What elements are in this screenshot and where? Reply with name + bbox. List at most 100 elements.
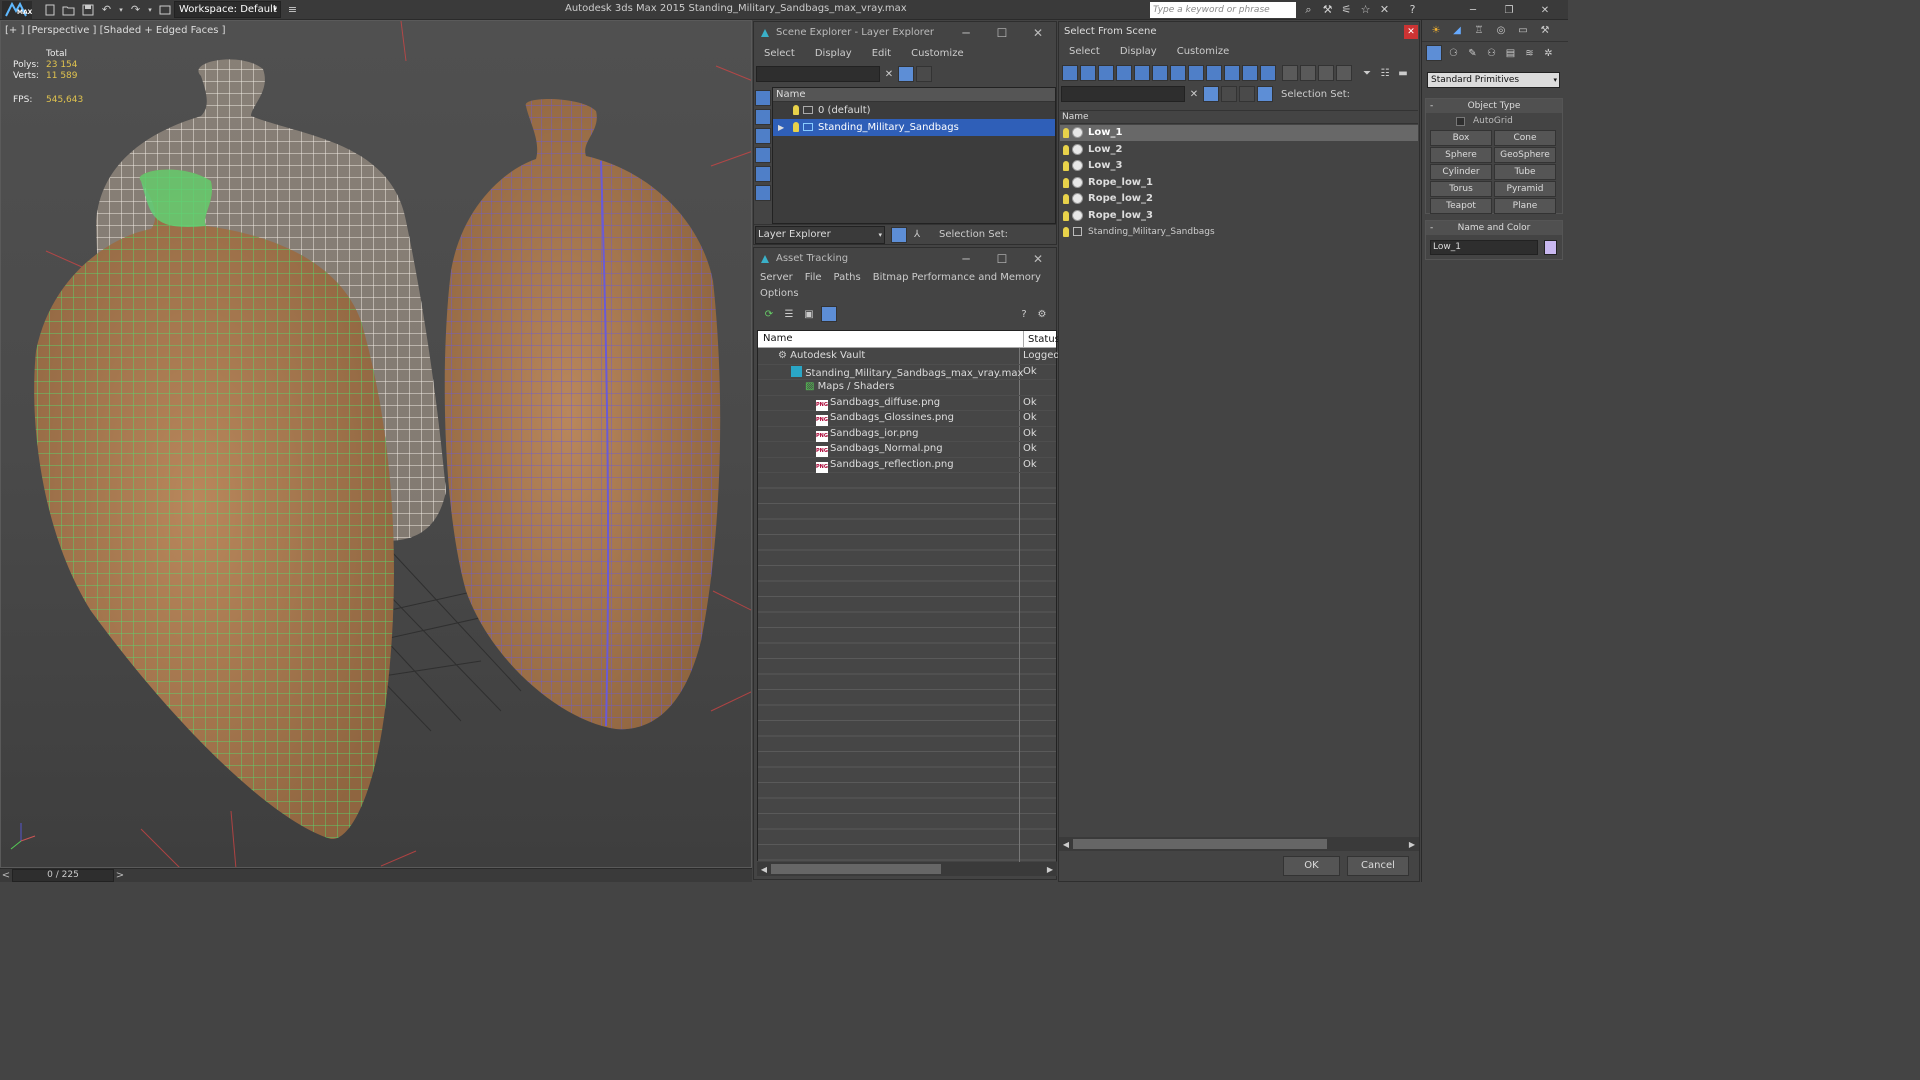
asset-row-png[interactable]: PNG Sandbags_Normal.png Ok	[758, 442, 1056, 458]
workspace-dropdown[interactable]: Workspace: Default ▾	[174, 1, 281, 18]
asset-row-png[interactable]: PNG Sandbags_Glossines.png Ok	[758, 411, 1056, 427]
time-slider[interactable]: < 0 / 225 >	[0, 868, 752, 882]
containers-filter-icon[interactable]	[1224, 65, 1240, 81]
layer-toggle-icon[interactable]	[1221, 86, 1237, 102]
scene-explorer-titlebar[interactable]: Scene Explorer - Layer Explorer ─ ☐ ✕	[754, 22, 1056, 44]
asset-table-hscrollbar[interactable]: ◀ ▶	[757, 862, 1057, 876]
menu-display[interactable]: Display	[805, 44, 862, 64]
object-row-low-2[interactable]: Low_2	[1060, 142, 1418, 158]
asset-row-vault[interactable]: ⚙ Autodesk Vault Logged	[758, 349, 1060, 365]
column-name-header[interactable]: Name	[763, 333, 793, 344]
display-tab-icon[interactable]: ▭	[1512, 25, 1534, 36]
shapes-filter-icon[interactable]	[755, 109, 771, 125]
cameras-filter-icon[interactable]	[1116, 65, 1132, 81]
spacewarps-category-icon[interactable]: ≋	[1520, 48, 1539, 59]
scroll-right-icon[interactable]: ▶	[1043, 865, 1057, 874]
primitive-type-dropdown[interactable]: Standard Primitives ▾	[1427, 72, 1560, 88]
modify-tab-icon[interactable]: ◢	[1446, 25, 1468, 36]
lightbulb-icon[interactable]	[1063, 210, 1069, 221]
table-view-icon[interactable]	[821, 306, 837, 322]
name-color-header[interactable]: - Name and Color	[1426, 221, 1562, 235]
display-all-icon[interactable]	[1282, 65, 1298, 81]
filter-funnel-icon[interactable]: ⏷	[1358, 68, 1376, 79]
perspective-viewport[interactable]: [+ ] [Perspective ] [Shaded + Edged Face…	[0, 20, 752, 868]
object-row-low-1[interactable]: Low_1	[1060, 125, 1418, 141]
shapes-category-icon[interactable]: ⚆	[1444, 48, 1463, 59]
time-next-button[interactable]: >	[114, 870, 126, 881]
scroll-left-icon[interactable]: ◀	[1059, 840, 1073, 849]
lightbulb-icon[interactable]	[1063, 128, 1069, 138]
hierarchy-tab-icon[interactable]: ♖	[1468, 25, 1490, 36]
object-name-field[interactable]: Low_1	[1430, 240, 1538, 255]
shapes-filter-icon[interactable]	[1080, 65, 1096, 81]
menu-file[interactable]: File	[799, 270, 828, 286]
lights-filter-icon[interactable]	[1098, 65, 1114, 81]
clear-search-icon[interactable]: ✕	[880, 69, 898, 80]
helpers-filter-icon[interactable]	[1134, 65, 1150, 81]
scroll-left-icon[interactable]: ◀	[757, 865, 771, 874]
search-input[interactable]: Type a keyword or phrase	[1150, 2, 1296, 18]
geosphere-button[interactable]: GeoSphere	[1494, 147, 1556, 163]
select-search-input[interactable]	[1061, 86, 1185, 102]
cameras-category-icon[interactable]: ⚇	[1482, 48, 1501, 59]
help-icon[interactable]: ?	[1015, 309, 1033, 320]
cameras-filter-icon[interactable]	[755, 147, 771, 163]
explorer-type-dropdown[interactable]: Layer Explorer ▾	[755, 225, 885, 244]
favorites-star-icon[interactable]: ☆	[1357, 1, 1374, 18]
spacewarps-filter-icon[interactable]	[1152, 65, 1168, 81]
geometry-filter-icon[interactable]	[755, 90, 771, 106]
time-prev-button[interactable]: <	[0, 870, 12, 881]
menu-customize[interactable]: Customize	[1167, 42, 1240, 62]
torus-button[interactable]: Torus	[1430, 181, 1492, 197]
binoculars-icon[interactable]: ⌕	[1300, 1, 1317, 18]
redo-icon[interactable]: ↷	[127, 1, 144, 18]
scene-explorer-search[interactable]	[756, 66, 880, 82]
display-invert-icon[interactable]	[1318, 65, 1334, 81]
scroll-thumb[interactable]	[771, 864, 941, 874]
asset-row-png[interactable]: PNG Sandbags_reflection.png Ok	[758, 458, 1056, 473]
lights-filter-icon[interactable]	[755, 128, 771, 144]
object-row-rope-low-1[interactable]: Rope_low_1	[1060, 175, 1418, 191]
minimize-icon[interactable]: ─	[948, 248, 984, 270]
object-list-hscrollbar[interactable]: ◀ ▶	[1059, 837, 1419, 851]
groups-filter-icon[interactable]	[1170, 65, 1186, 81]
restore-icon[interactable]: ❐	[1491, 0, 1527, 20]
column-status-header[interactable]: Status	[1023, 331, 1060, 348]
tools-icon[interactable]: ⚒	[1319, 1, 1336, 18]
undo-dropdown-icon[interactable]: ▾	[117, 1, 125, 18]
display-children-icon[interactable]	[1336, 65, 1352, 81]
hierarchy-list-icon[interactable]: ☷	[1376, 68, 1394, 79]
asset-row-max-file[interactable]: Standing_Military_Sandbags_max_vray.max …	[758, 365, 1056, 380]
ok-button[interactable]: OK	[1283, 856, 1340, 876]
display-none-icon[interactable]	[1300, 65, 1316, 81]
asset-row-maps[interactable]: ▨ Maps / Shaders	[758, 380, 1056, 396]
autogrid-checkbox[interactable]	[1456, 116, 1465, 126]
cone-button[interactable]: Cone	[1494, 130, 1556, 146]
filter-icon[interactable]	[1203, 86, 1219, 102]
menu-customize[interactable]: Customize	[901, 44, 974, 64]
app-logo[interactable]: MAX	[2, 1, 32, 19]
frozen-filter-icon[interactable]	[1242, 65, 1258, 81]
undo-icon[interactable]: ↶	[98, 1, 115, 18]
viewport-label[interactable]: [+ ] [Perspective ] [Shaded + Edged Face…	[5, 25, 226, 36]
pyramid-button[interactable]: Pyramid	[1494, 181, 1556, 197]
open-folder-icon[interactable]	[60, 1, 77, 18]
box-button[interactable]: Box	[1430, 130, 1492, 146]
refresh-icon[interactable]: ⟳	[759, 309, 779, 320]
spacewarps-filter-icon[interactable]	[755, 185, 771, 201]
save-icon[interactable]	[79, 1, 96, 18]
close-icon[interactable]: ✕	[1020, 22, 1056, 44]
select-from-scene-titlebar[interactable]: Select From Scene ✕	[1059, 22, 1419, 42]
menu-expand-icon[interactable]: ≡	[284, 1, 301, 18]
lights-category-icon[interactable]: ✎	[1463, 48, 1482, 59]
helpers-category-icon[interactable]: ▤	[1501, 48, 1520, 59]
motion-tab-icon[interactable]: ◎	[1490, 25, 1512, 36]
systems-category-icon[interactable]: ✲	[1539, 48, 1558, 59]
layer-manager-icon[interactable]	[891, 226, 907, 243]
layer-row-default[interactable]: 0 (default)	[773, 102, 1055, 119]
redo-dropdown-icon[interactable]: ▾	[146, 1, 154, 18]
teapot-button[interactable]: Teapot	[1430, 198, 1492, 214]
object-row-rope-low-2[interactable]: Rope_low_2	[1060, 191, 1418, 207]
minimize-icon[interactable]: ─	[948, 22, 984, 44]
sphere-button[interactable]: Sphere	[1430, 147, 1492, 163]
